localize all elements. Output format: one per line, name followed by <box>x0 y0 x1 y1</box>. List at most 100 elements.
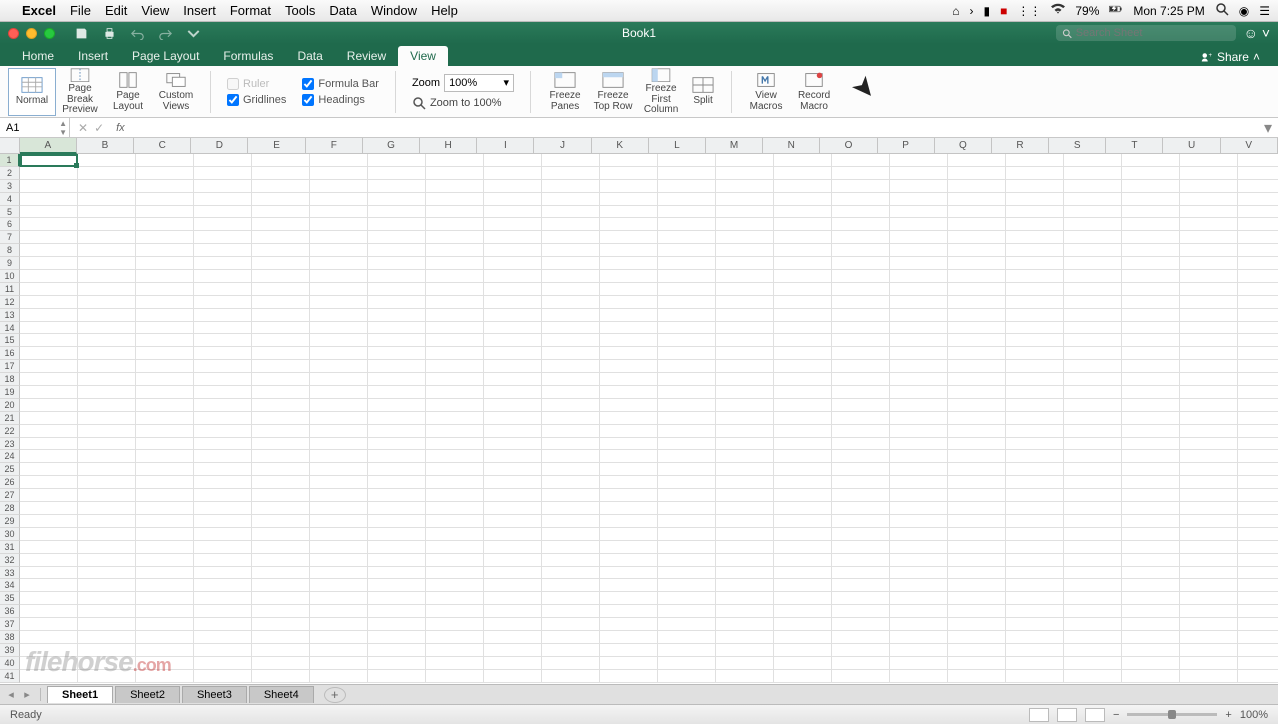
column-header[interactable]: U <box>1163 138 1220 154</box>
cell[interactable] <box>542 554 600 567</box>
cell[interactable] <box>20 618 78 631</box>
cell[interactable] <box>542 438 600 451</box>
cell[interactable] <box>658 425 716 438</box>
cell[interactable] <box>252 605 310 618</box>
cell[interactable] <box>1180 438 1238 451</box>
cell[interactable] <box>1064 218 1122 231</box>
cell[interactable] <box>310 450 368 463</box>
cell[interactable] <box>1180 360 1238 373</box>
cell[interactable] <box>194 386 252 399</box>
feedback-icon[interactable]: ☺ ˅ <box>1244 25 1270 41</box>
cell[interactable] <box>600 231 658 244</box>
cell[interactable] <box>890 579 948 592</box>
zoom-select[interactable]: 100%▾ <box>444 74 514 92</box>
cell[interactable] <box>310 167 368 180</box>
cell[interactable] <box>890 515 948 528</box>
cell[interactable] <box>948 154 1006 167</box>
cell[interactable] <box>310 231 368 244</box>
cell[interactable] <box>484 206 542 219</box>
cell[interactable] <box>832 541 890 554</box>
cell[interactable] <box>1180 206 1238 219</box>
cell[interactable] <box>832 154 890 167</box>
cell[interactable] <box>658 257 716 270</box>
cell[interactable] <box>484 476 542 489</box>
cell[interactable] <box>484 334 542 347</box>
row-header[interactable]: 28 <box>0 502 20 515</box>
cell[interactable] <box>542 489 600 502</box>
cell[interactable] <box>774 206 832 219</box>
cell[interactable] <box>20 528 78 541</box>
undo-button[interactable] <box>126 25 148 41</box>
cell[interactable] <box>1064 644 1122 657</box>
cell[interactable] <box>600 657 658 670</box>
cell[interactable] <box>426 554 484 567</box>
cell[interactable] <box>774 618 832 631</box>
cell[interactable] <box>1238 180 1278 193</box>
cell[interactable] <box>658 528 716 541</box>
cell[interactable] <box>484 644 542 657</box>
cell[interactable] <box>252 515 310 528</box>
cell[interactable] <box>716 360 774 373</box>
cell[interactable] <box>716 218 774 231</box>
formula-bar-checkbox[interactable]: Formula Bar <box>302 78 379 90</box>
cell[interactable] <box>1122 180 1180 193</box>
cell[interactable] <box>1180 283 1238 296</box>
cell[interactable] <box>948 657 1006 670</box>
cell[interactable] <box>658 154 716 167</box>
cell[interactable] <box>948 309 1006 322</box>
fx-label[interactable]: fx <box>112 122 129 134</box>
page-layout-button[interactable]: Page Layout <box>104 68 152 116</box>
cell[interactable] <box>716 644 774 657</box>
cell[interactable] <box>78 567 136 580</box>
search-sheet-input[interactable] <box>1076 27 1230 39</box>
battery-icon[interactable] <box>1109 2 1123 19</box>
cell[interactable] <box>310 644 368 657</box>
row-header[interactable]: 16 <box>0 347 20 360</box>
cell[interactable] <box>890 231 948 244</box>
cell[interactable] <box>136 154 194 167</box>
share-button[interactable]: + Share ˄ <box>1193 48 1268 66</box>
status-icon-2[interactable]: ■ <box>1000 4 1007 18</box>
row-header[interactable]: 12 <box>0 296 20 309</box>
cell[interactable] <box>890 218 948 231</box>
cell[interactable] <box>368 567 426 580</box>
cell[interactable] <box>1180 244 1238 257</box>
cell[interactable] <box>774 386 832 399</box>
cell[interactable] <box>774 670 832 683</box>
cell[interactable] <box>774 218 832 231</box>
cell[interactable] <box>1180 322 1238 335</box>
cell[interactable] <box>890 502 948 515</box>
cell[interactable] <box>600 244 658 257</box>
cell[interactable] <box>1238 334 1278 347</box>
cell[interactable] <box>252 206 310 219</box>
cell[interactable] <box>194 605 252 618</box>
cell[interactable] <box>1180 180 1238 193</box>
cell[interactable] <box>832 347 890 360</box>
cell[interactable] <box>658 463 716 476</box>
cell[interactable] <box>1006 244 1064 257</box>
cell[interactable] <box>832 334 890 347</box>
cell[interactable] <box>600 322 658 335</box>
cell[interactable] <box>1122 257 1180 270</box>
cell[interactable] <box>78 218 136 231</box>
cell[interactable] <box>368 296 426 309</box>
cell[interactable] <box>1122 154 1180 167</box>
cell[interactable] <box>1180 334 1238 347</box>
row-header[interactable]: 20 <box>0 399 20 412</box>
cell[interactable] <box>1238 218 1278 231</box>
cell[interactable] <box>658 592 716 605</box>
cell[interactable] <box>426 579 484 592</box>
cell[interactable] <box>542 644 600 657</box>
cell[interactable] <box>1064 270 1122 283</box>
cell[interactable] <box>194 528 252 541</box>
cell[interactable] <box>20 334 78 347</box>
cell[interactable] <box>136 244 194 257</box>
cell[interactable] <box>1122 296 1180 309</box>
cell[interactable] <box>1006 631 1064 644</box>
cell[interactable] <box>426 180 484 193</box>
cell[interactable] <box>484 180 542 193</box>
cell[interactable] <box>1006 180 1064 193</box>
cell[interactable] <box>1180 476 1238 489</box>
cell[interactable] <box>658 322 716 335</box>
cell[interactable] <box>310 334 368 347</box>
